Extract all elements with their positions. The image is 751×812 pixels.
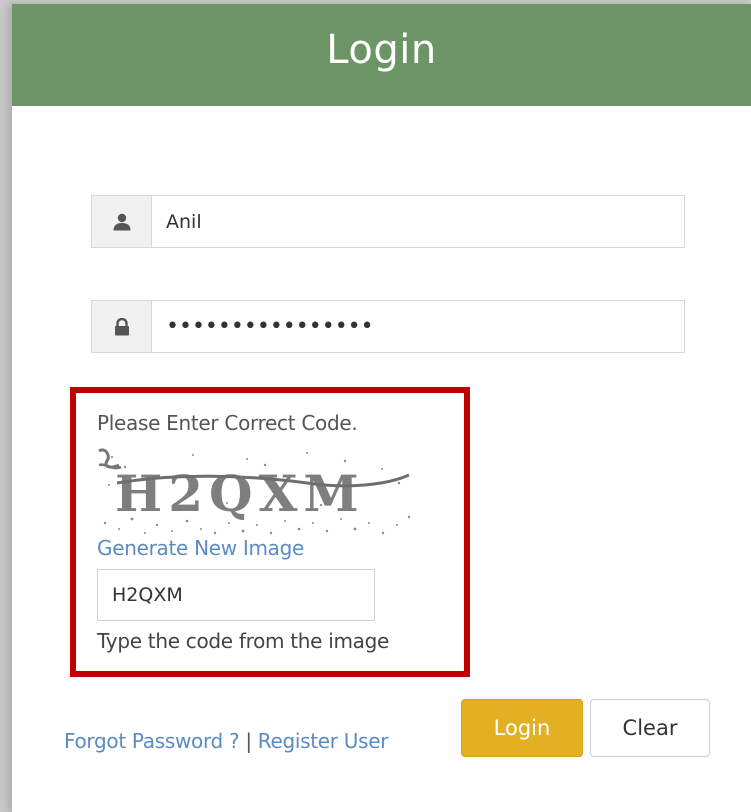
captcha-section: Please Enter Correct Code. H2QXM Generat…: [70, 387, 470, 677]
generate-new-image-link[interactable]: Generate New Image: [97, 536, 304, 560]
page-title: Login: [326, 27, 437, 73]
footer-links: Forgot Password ? | Register User: [64, 729, 388, 753]
captcha-input[interactable]: [97, 569, 375, 621]
login-button[interactable]: Login: [461, 699, 583, 757]
lock-icon: [92, 301, 152, 352]
login-panel: Login Please Enter Correct Code.: [12, 4, 751, 812]
link-separator: |: [245, 729, 252, 753]
forgot-password-link[interactable]: Forgot Password ?: [64, 729, 240, 753]
panel-header: Login: [12, 4, 751, 106]
captcha-error-message: Please Enter Correct Code.: [97, 411, 358, 435]
password-group: [91, 300, 685, 353]
username-group: [91, 195, 685, 248]
captcha-hint: Type the code from the image: [97, 629, 390, 653]
user-icon: [92, 196, 152, 247]
username-input[interactable]: [152, 196, 684, 247]
captcha-image: H2QXM: [97, 445, 417, 537]
svg-text:H2QXM: H2QXM: [115, 464, 365, 523]
clear-button[interactable]: Clear: [590, 699, 710, 757]
password-input[interactable]: [152, 301, 684, 352]
register-user-link[interactable]: Register User: [258, 729, 389, 753]
